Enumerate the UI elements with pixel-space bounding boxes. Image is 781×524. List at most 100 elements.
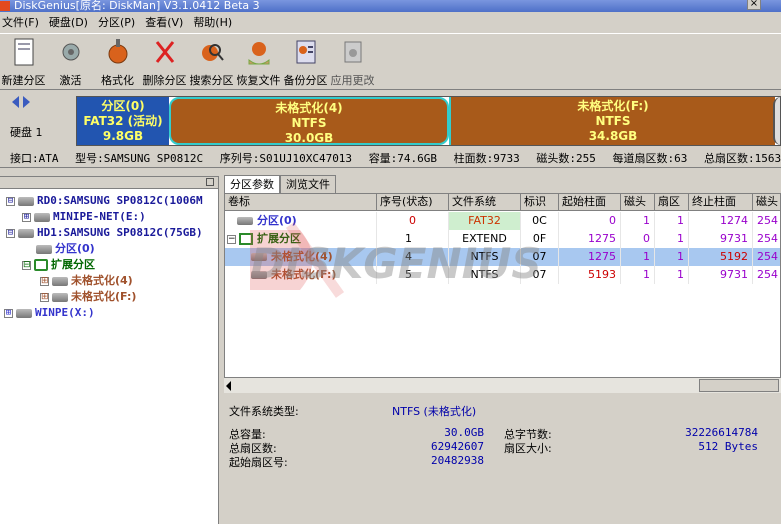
fs-type-label: 文件系统类型: — [229, 405, 299, 418]
disk-info-line: 接口:ATA 型号:SAMSUNG SP0812C 序列号:S01UJ10XC4… — [0, 150, 781, 168]
partition-icon — [237, 217, 253, 225]
apply-changes-icon — [344, 41, 362, 63]
partition-icon — [34, 212, 50, 222]
col-start-cyl[interactable]: 起始柱面 — [559, 194, 621, 211]
recover-files-icon — [248, 42, 270, 65]
tab-strip: 分区参数 浏览文件 — [224, 175, 336, 193]
col-volume[interactable]: 卷标 — [225, 194, 377, 211]
delete-partition-button[interactable]: 删除分区 — [141, 34, 188, 90]
tree-node-unformatted-4[interactable]: ⊞ 未格式化(4) — [40, 273, 133, 289]
menu-help[interactable]: 帮助(H) — [193, 14, 240, 30]
col-sector[interactable]: 扇区 — [655, 194, 689, 211]
partition-icon — [36, 244, 52, 254]
tree-header — [0, 177, 218, 189]
scroll-left-icon[interactable] — [226, 381, 231, 391]
partition-table: 卷标 序号(状态) 文件系统 标识 起始柱面 磁头 扇区 终止柱面 磁头 分区(… — [224, 193, 781, 393]
close-button[interactable]: × — [747, 0, 761, 10]
table-row[interactable]: 未格式化(F:) 5 NTFS 07 5193 1 1 9731 254 — [225, 266, 780, 284]
col-id[interactable]: 标识 — [521, 194, 559, 211]
partition-segment-4[interactable]: 未格式化(4) NTFS 30.0GB — [169, 97, 449, 145]
disk-label: 硬盘 1 — [10, 126, 43, 139]
horizontal-scrollbar[interactable] — [224, 377, 781, 393]
delete-partition-icon — [155, 41, 175, 63]
table-header: 卷标 序号(状态) 文件系统 标识 起始柱面 磁头 扇区 终止柱面 磁头 — [225, 194, 780, 211]
disk-nav — [12, 96, 30, 108]
tree-node-minipe[interactable]: ⊞ MINIPE-NET(E:) — [22, 209, 146, 225]
recover-files-button[interactable]: 恢复文件 — [235, 34, 282, 90]
col-index[interactable]: 序号(状态) — [377, 194, 449, 211]
window-title: DiskGenius[原名: DiskMan] V3.1.0412 Beta 3 — [14, 0, 260, 12]
tree-close-icon[interactable] — [206, 178, 214, 186]
partition-segment-0[interactable]: 分区(0) FAT32 (活动) 9.8GB — [77, 97, 169, 145]
disk-icon — [16, 308, 32, 318]
sector-size-value: 512 Bytes — [698, 440, 758, 453]
disk-total-sectors: 总扇区数:156368016 — [704, 152, 781, 165]
backup-partition-icon — [296, 40, 316, 64]
new-partition-button[interactable]: 新建分区 — [0, 34, 47, 90]
extended-partition-icon — [34, 259, 48, 271]
disk-model: 型号:SAMSUNG SP0812C — [75, 152, 204, 165]
format-button[interactable]: 格式化 — [94, 34, 141, 90]
expand-icon[interactable]: ⊞ — [40, 276, 49, 286]
partition-icon — [52, 292, 68, 302]
activate-button[interactable]: 激活 — [47, 34, 94, 90]
start-sector-value: 20482938 — [431, 454, 484, 467]
fs-type-value: NTFS (未格式化) — [392, 405, 477, 418]
tree-node-partition-0[interactable]: 分区(0) — [36, 241, 95, 257]
disk-serial: 序列号:S01UJ10XC47013 — [219, 152, 353, 165]
total-sectors-value: 62942607 — [431, 440, 484, 453]
col-fs[interactable]: 文件系统 — [449, 194, 521, 211]
table-row[interactable]: − 扩展分区 1 EXTEND 0F 1275 0 1 9731 254 — [225, 230, 780, 248]
tab-partition-params[interactable]: 分区参数 — [224, 175, 280, 193]
menu-partition[interactable]: 分区(P) — [98, 14, 143, 30]
collapse-icon[interactable]: ⊟ — [22, 260, 31, 270]
tree-node-winpe[interactable]: ⊞ WINPE(X:) — [4, 305, 95, 321]
col-head[interactable]: 磁头 — [621, 194, 655, 211]
tree-node-extended[interactable]: ⊟ 扩展分区 — [22, 257, 95, 273]
disk-cylinders: 柱面数:9733 — [453, 152, 520, 165]
collapse-icon[interactable]: − — [227, 234, 236, 244]
format-icon — [108, 39, 128, 64]
expand-icon[interactable]: ⊞ — [40, 292, 49, 302]
partition-icon — [52, 276, 68, 286]
tree-node-unformatted-f[interactable]: ⊞ 未格式化(F:) — [40, 289, 136, 305]
disk-tree: ⊟ RD0:SAMSUNG SP0812C(1006M ⊞ MINIPE-NET(E… — [0, 176, 219, 524]
disk-map-bar: 硬盘 1 分区(0) FAT32 (活动) 9.8GB 未格式化(4) NTFS… — [0, 91, 781, 148]
tree-node-rd0[interactable]: ⊟ RD0:SAMSUNG SP0812C(1006M — [6, 193, 203, 209]
menu-file[interactable]: 文件(F) — [2, 14, 47, 30]
activate-icon — [62, 43, 80, 61]
table-row[interactable]: 分区(0) 0 FAT32 0C 0 1 1 1274 254 — [225, 212, 780, 230]
disk-icon — [18, 228, 34, 238]
sector-size-label: 扇区大小: — [504, 442, 552, 455]
expand-icon[interactable]: ⊞ — [22, 212, 31, 222]
collapse-icon[interactable]: ⊟ — [6, 196, 15, 206]
backup-partition-button[interactable]: 备份分区 — [282, 34, 329, 90]
disk-heads: 磁头数:255 — [536, 152, 596, 165]
search-partition-button[interactable]: 搜索分区 — [188, 34, 235, 90]
disk-icon — [18, 196, 34, 206]
table-row[interactable]: 未格式化(4) 4 NTFS 07 1275 1 1 5192 254 — [225, 248, 780, 266]
col-end-head[interactable]: 磁头 — [753, 194, 780, 211]
expand-icon[interactable]: ⊞ — [4, 308, 13, 318]
apply-changes-button[interactable]: 应用更改 — [329, 34, 376, 90]
app-icon — [0, 1, 10, 11]
partition-details: 文件系统类型: NTFS (未格式化) 总容量: 30.0GB 总字节数: 32… — [224, 395, 781, 524]
tree-node-hd1[interactable]: ⊟ HD1:SAMSUNG SP0812C(75GB) — [6, 225, 203, 241]
new-partition-icon — [14, 38, 34, 66]
partition-segment-f[interactable]: 未格式化(F:) NTFS 34.8GB — [449, 97, 775, 145]
scroll-thumb[interactable] — [699, 379, 779, 392]
toolbar: 新建分区 激活 格式化 删除分区 搜索分区 恢复文件 备份分区 应用更改 — [0, 33, 781, 90]
next-disk-icon[interactable] — [23, 96, 30, 108]
partition-map: 分区(0) FAT32 (活动) 9.8GB 未格式化(4) NTFS 30.0… — [76, 96, 781, 146]
extended-partition-icon — [239, 233, 253, 245]
menu-disk[interactable]: 硬盘(D) — [49, 14, 96, 30]
partition-segment-end — [773, 97, 780, 145]
disk-sectors-per-track: 每道扇区数:63 — [612, 152, 688, 165]
col-end-cyl[interactable]: 终止柱面 — [689, 194, 753, 211]
menu-view[interactable]: 查看(V) — [145, 14, 191, 30]
prev-disk-icon[interactable] — [12, 96, 19, 108]
partition-icon — [251, 253, 267, 261]
total-bytes-value: 32226614784 — [685, 426, 758, 439]
tab-browse-files[interactable]: 浏览文件 — [280, 175, 336, 193]
collapse-icon[interactable]: ⊟ — [6, 228, 15, 238]
